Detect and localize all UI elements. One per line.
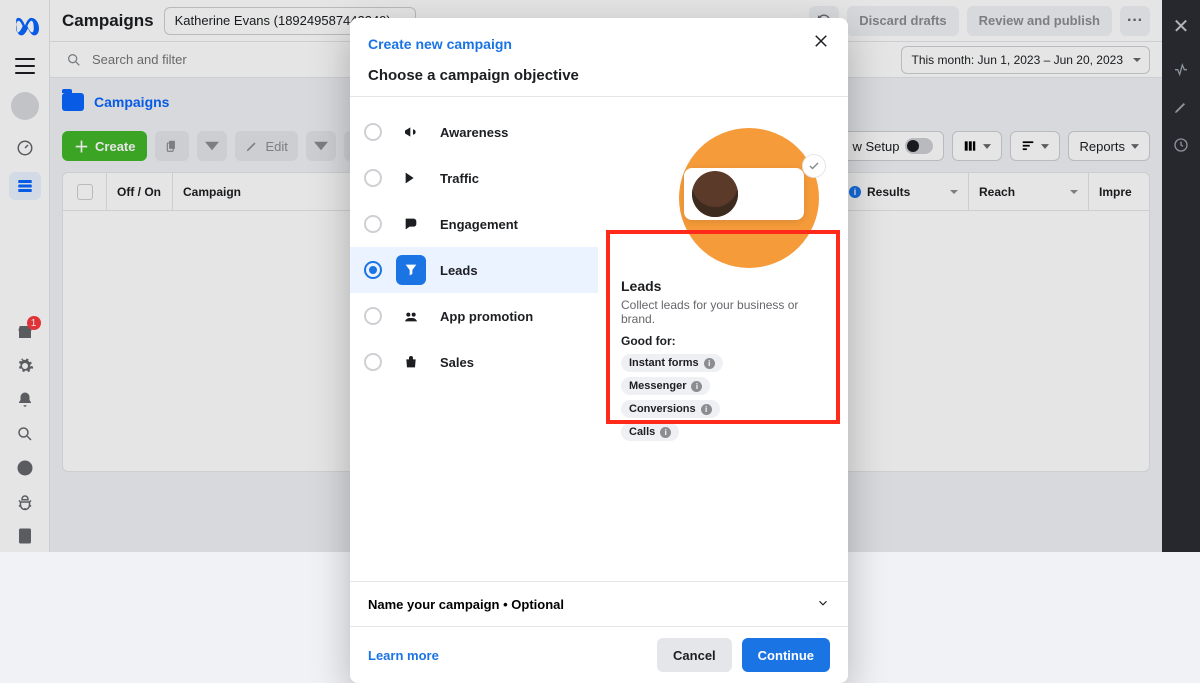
info-icon: i	[660, 427, 671, 438]
continue-button[interactable]: Continue	[742, 638, 830, 672]
awareness-icon	[396, 117, 426, 147]
check-icon	[802, 154, 826, 178]
radio-icon	[364, 261, 382, 279]
engagement-icon	[396, 209, 426, 239]
objective-leads[interactable]: Leads	[350, 247, 598, 293]
objective-label: Engagement	[440, 217, 518, 232]
objective-label: Awareness	[440, 125, 508, 140]
learn-more-link[interactable]: Learn more	[368, 648, 439, 663]
info-icon: i	[704, 358, 715, 369]
create-new-campaign-link[interactable]: Create new campaign	[368, 36, 512, 52]
objective-label: Sales	[440, 355, 474, 370]
objective-traffic[interactable]: Traffic	[350, 155, 598, 201]
objective-app_promotion[interactable]: App promotion	[350, 293, 598, 339]
objective-engagement[interactable]: Engagement	[350, 201, 598, 247]
info-icon: i	[691, 381, 702, 392]
radio-icon	[364, 353, 382, 371]
good-for-chip[interactable]: Instant formsi	[621, 354, 723, 372]
radio-icon	[364, 215, 382, 233]
objective-label: App promotion	[440, 309, 533, 324]
radio-icon	[364, 307, 382, 325]
good-for-chip[interactable]: Callsi	[621, 423, 679, 441]
chevron-down-icon	[816, 596, 830, 613]
good-for-chip[interactable]: Messengeri	[621, 377, 710, 395]
info-icon: i	[701, 404, 712, 415]
detail-subtitle: Collect leads for your business or brand…	[621, 298, 826, 326]
modal-title: Choose a campaign objective	[350, 61, 848, 97]
app_promotion-icon	[396, 301, 426, 331]
objective-label: Traffic	[440, 171, 479, 186]
radio-icon	[364, 123, 382, 141]
cancel-button[interactable]: Cancel	[657, 638, 732, 672]
good-for-label: Good for:	[621, 334, 826, 348]
radio-icon	[364, 169, 382, 187]
objective-illustration	[674, 128, 824, 258]
close-icon[interactable]	[812, 32, 830, 55]
sales-icon	[396, 347, 426, 377]
objective-label: Leads	[440, 263, 478, 278]
objective-sales[interactable]: Sales	[350, 339, 598, 385]
leads-icon	[396, 255, 426, 285]
name-campaign-row[interactable]: Name your campaign • Optional	[350, 581, 848, 627]
modal-footer: Learn more Cancel Continue	[350, 627, 848, 683]
traffic-icon	[396, 163, 426, 193]
detail-title: Leads	[621, 278, 826, 294]
objective-awareness[interactable]: Awareness	[350, 109, 598, 155]
good-for-chip[interactable]: Conversionsi	[621, 400, 720, 418]
objective-detail: Leads Collect leads for your business or…	[611, 268, 836, 451]
campaign-objective-modal: Create new campaign Choose a campaign ob…	[350, 18, 848, 683]
